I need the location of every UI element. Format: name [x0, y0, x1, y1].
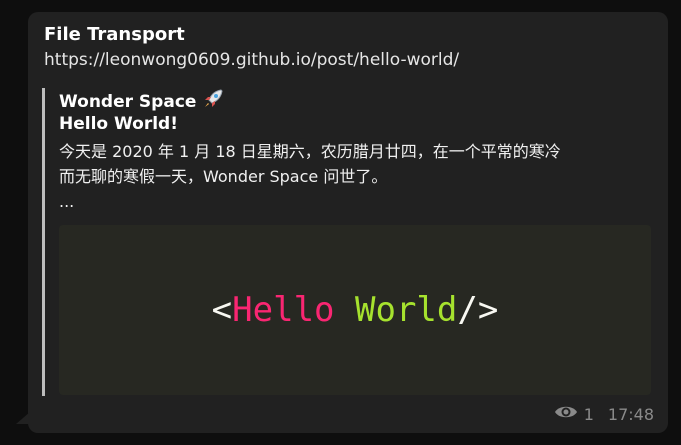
preview-site-name-label: Wonder Space [59, 92, 197, 112]
preview-title: Hello World! [59, 114, 178, 134]
message-time: 17:48 [607, 404, 654, 424]
preview-image[interactable]: < Hello World/> [59, 225, 651, 395]
message-link[interactable]: https://leonwong0609.github.io/post/hell… [44, 50, 459, 70]
code-world: World [355, 290, 458, 330]
message-meta: 1 17:48 [554, 404, 654, 424]
preview-description: 今天是 2020 年 1 月 18 日星期六，农历腊月廿四，在一个平常的寒冷 而… [59, 139, 649, 214]
view-count: 1 [583, 404, 594, 424]
preview-description-line: 而无聊的寒假一天，Wonder Space 问世了。 [59, 167, 388, 186]
code-close-bracket: /> [457, 290, 499, 330]
rocket-icon [202, 88, 224, 115]
code-open-bracket: < [211, 290, 233, 330]
preview-description-ellipsis: ... [59, 192, 75, 211]
sender-name[interactable]: File Transport [44, 24, 185, 45]
bubble-tail [16, 412, 30, 424]
message-bubble[interactable]: File Transport https://leonwong0609.gith… [28, 12, 668, 433]
eye-icon [554, 404, 578, 424]
code-hello: Hello [232, 290, 335, 330]
preview-description-line: 今天是 2020 年 1 月 18 日星期六，农历腊月廿四，在一个平常的寒冷 [59, 142, 561, 161]
preview-site-name: Wonder Space [59, 88, 224, 115]
link-preview[interactable]: Wonder Space Hello World! 今天是 2020 年 1 月… [42, 88, 653, 396]
